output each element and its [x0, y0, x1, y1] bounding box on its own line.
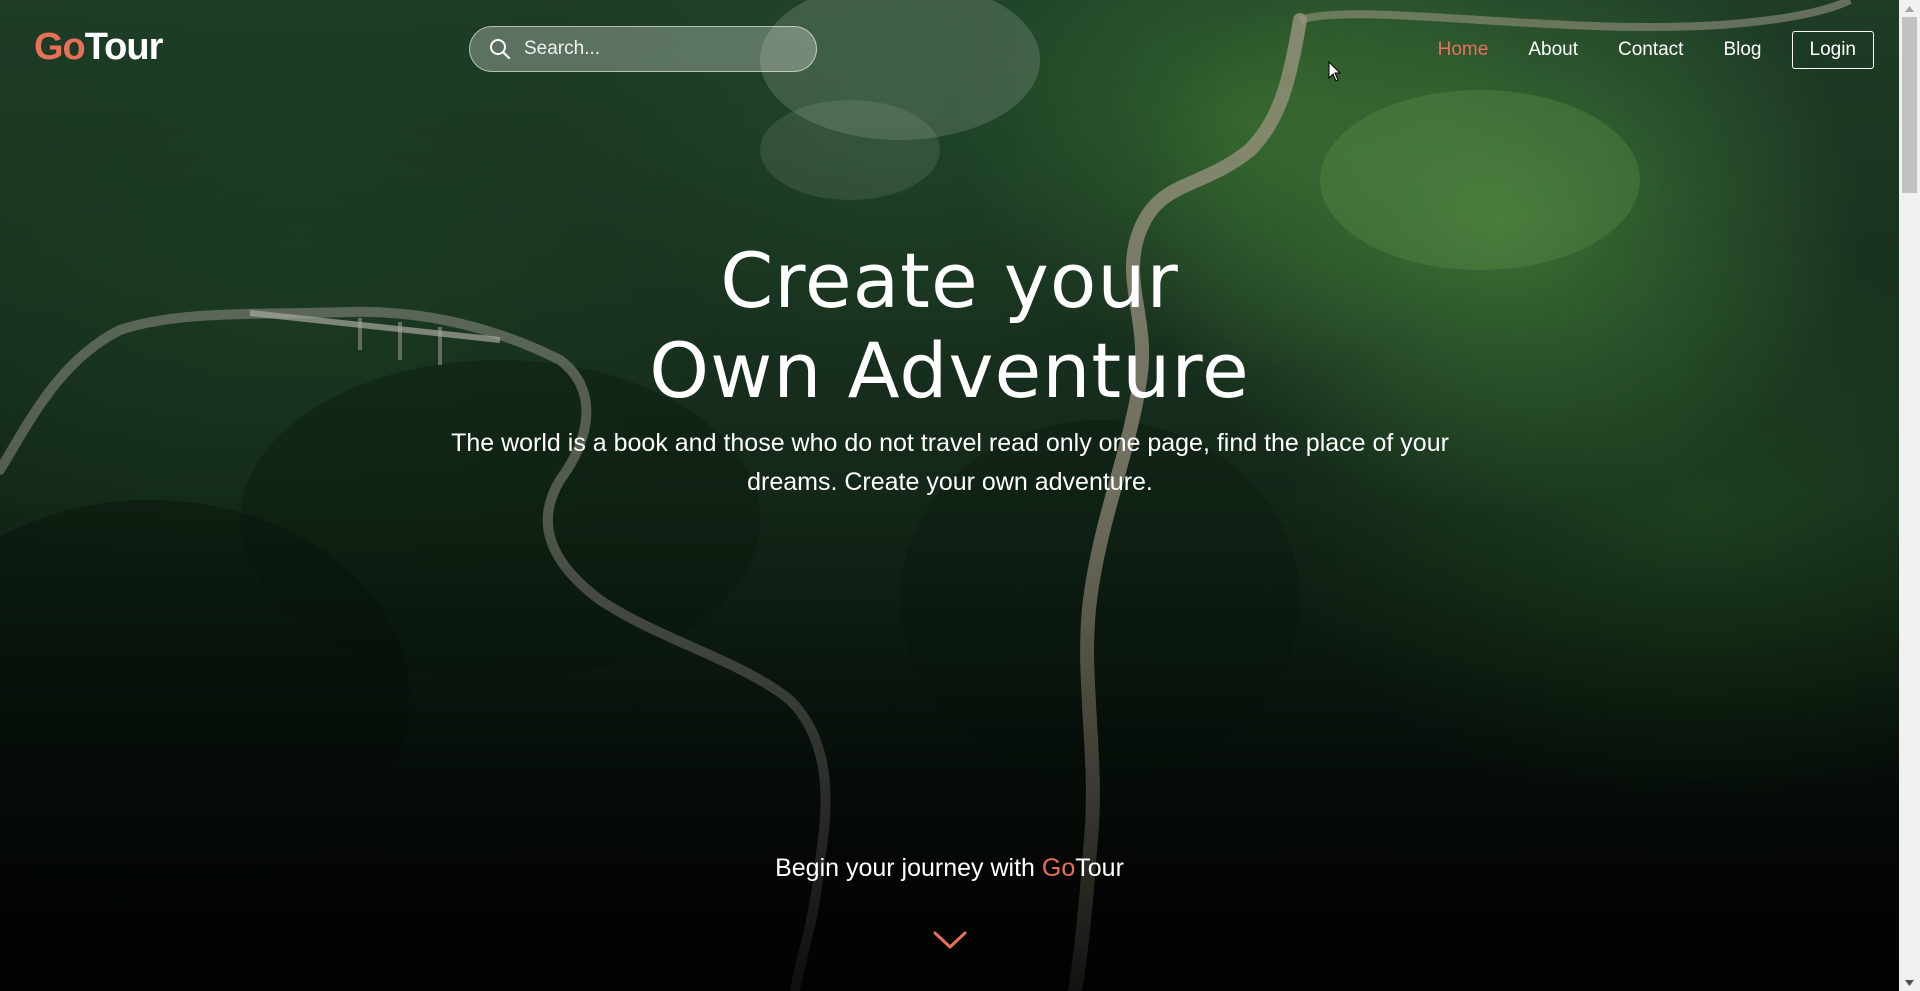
search-input[interactable] — [524, 38, 816, 60]
journey-brand-suffix: Tour — [1075, 854, 1124, 882]
login-button[interactable]: Login — [1791, 31, 1874, 69]
scroll-down-arrow-icon[interactable] — [1899, 974, 1920, 991]
journey-text: Begin your journey with — [775, 854, 1042, 882]
page-scrollbar[interactable] — [1899, 0, 1920, 991]
hero-tagline: The world is a book and those who do not… — [451, 429, 1449, 496]
logo-suffix: Tour — [84, 26, 164, 68]
main-nav: Home About Contact Blog Login — [1438, 30, 1874, 70]
page: GoTour Home About Contact Blog Login Cre… — [0, 0, 1920, 991]
chevron-down-icon[interactable] — [932, 928, 968, 952]
search-icon — [490, 39, 511, 60]
hero-title-line1: Create your — [720, 236, 1179, 325]
nav-about-link[interactable]: About — [1528, 39, 1578, 61]
search-bar[interactable] — [469, 26, 817, 72]
nav-blog-link[interactable]: Blog — [1723, 39, 1761, 61]
hero-title-line2: Own Adventure — [649, 326, 1250, 415]
nav-contact-link[interactable]: Contact — [1618, 39, 1683, 61]
hero-title: Create your Own Adventure — [0, 236, 1899, 416]
journey-callout: Begin your journey with GoTour — [0, 854, 1899, 883]
journey-brand-prefix: Go — [1041, 854, 1076, 882]
nav-home-link[interactable]: Home — [1438, 39, 1489, 61]
logo[interactable]: GoTour — [34, 26, 164, 69]
mouse-cursor-icon — [1328, 61, 1342, 82]
scroll-up-arrow-icon[interactable] — [1899, 0, 1920, 17]
scrollbar-thumb[interactable] — [1902, 17, 1917, 193]
logo-prefix: Go — [34, 26, 86, 68]
